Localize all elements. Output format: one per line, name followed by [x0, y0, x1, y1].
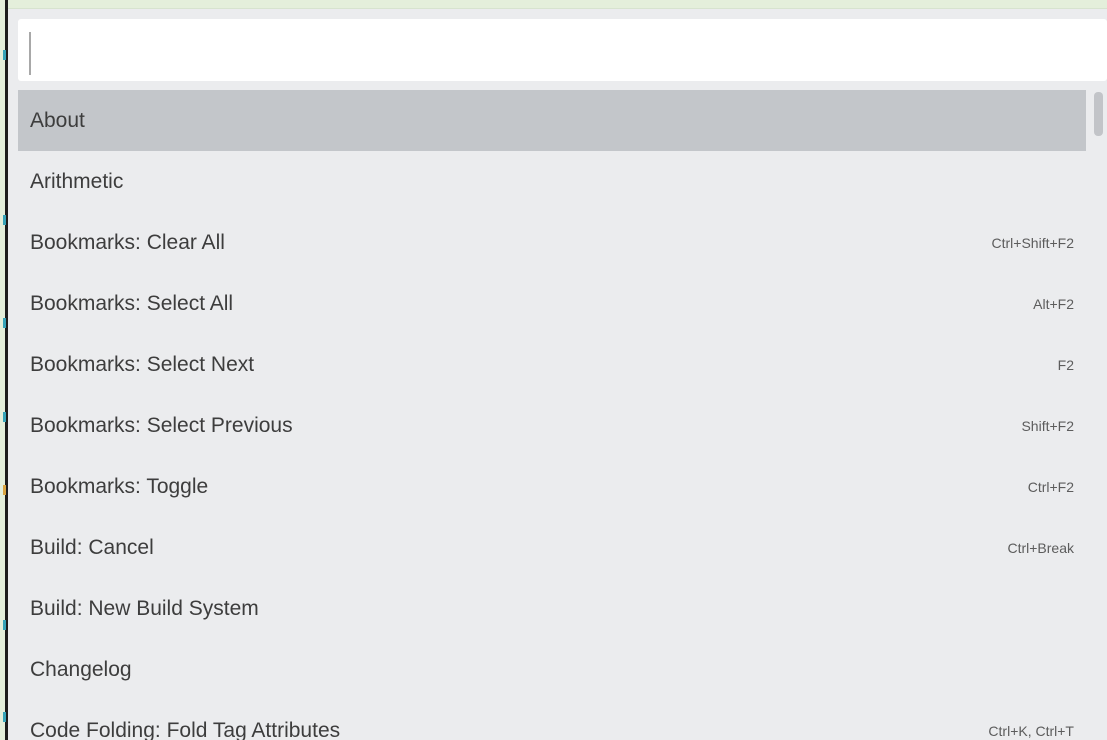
command-search-box[interactable]	[18, 19, 1107, 81]
command-item[interactable]: Bookmarks: Toggle Ctrl+F2	[18, 456, 1086, 517]
command-label: Build: New Build System	[30, 596, 259, 620]
command-item[interactable]: Build: Cancel Ctrl+Break	[18, 517, 1086, 578]
command-label: About	[30, 108, 85, 132]
command-item[interactable]: Bookmarks: Clear All Ctrl+Shift+F2	[18, 212, 1086, 273]
command-shortcut: Ctrl+K, Ctrl+T	[988, 722, 1074, 739]
command-label: Build: Cancel	[30, 535, 154, 559]
command-item[interactable]: Bookmarks: Select All Alt+F2	[18, 273, 1086, 334]
gutter-marker	[3, 620, 6, 630]
command-item[interactable]: Changelog	[18, 639, 1086, 700]
command-shortcut: Ctrl+F2	[1027, 478, 1074, 495]
command-shortcut: F2	[1057, 356, 1074, 373]
command-list: About Arithmetic Bookmarks: Clear All Ctrl+…	[18, 90, 1086, 740]
gutter-marker	[3, 318, 6, 328]
gutter-marker	[3, 215, 6, 225]
command-item[interactable]: Code Folding: Fold Tag Attributes Ctrl+K,…	[18, 700, 1086, 740]
command-item[interactable]: Bookmarks: Select Next F2	[18, 334, 1086, 395]
command-label: Bookmarks: Select All	[30, 291, 234, 315]
gutter-marker	[3, 412, 6, 422]
command-item[interactable]: Bookmarks: Select Previous Shift+F2	[18, 395, 1086, 456]
command-shortcut: Shift+F2	[1021, 417, 1074, 434]
command-shortcut: Ctrl+Break	[1007, 539, 1074, 556]
gutter-marker	[3, 485, 6, 495]
command-item[interactable]: Arithmetic	[18, 151, 1086, 212]
command-shortcut: Alt+F2	[1033, 295, 1074, 312]
command-search-input[interactable]	[18, 19, 1107, 81]
gutter-marker	[3, 50, 6, 60]
command-label: Bookmarks: Toggle	[30, 474, 209, 498]
command-label: Bookmarks: Select Next	[30, 352, 255, 376]
command-label: Changelog	[30, 657, 132, 681]
command-item[interactable]: Build: New Build System	[18, 578, 1086, 639]
command-item[interactable]: About	[18, 90, 1086, 151]
command-label: Bookmarks: Clear All	[30, 230, 225, 254]
command-label: Arithmetic	[30, 169, 124, 193]
editor-gutter-edge	[0, 0, 8, 740]
command-shortcut: Ctrl+Shift+F2	[991, 234, 1074, 251]
command-label: Bookmarks: Select Previous	[30, 413, 293, 437]
command-palette: About Arithmetic Bookmarks: Clear All Ctrl+…	[8, 8, 1107, 740]
gutter-marker	[3, 712, 6, 722]
scrollbar-thumb[interactable]	[1094, 92, 1103, 136]
command-list-scrollbar[interactable]	[1092, 90, 1105, 740]
command-label: Code Folding: Fold Tag Attributes	[30, 718, 341, 740]
